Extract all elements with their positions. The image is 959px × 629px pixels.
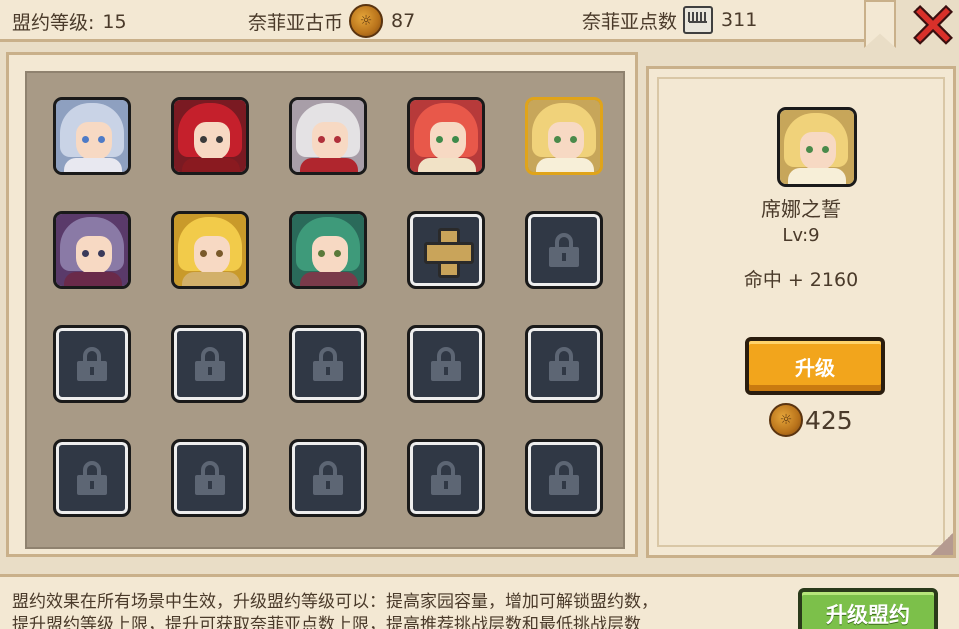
upgrade-button[interactable]: 升级 <box>745 337 885 395</box>
hero-slot[interactable] <box>53 97 131 175</box>
hero-portrait <box>528 100 600 172</box>
hero-slot[interactable] <box>171 97 249 175</box>
lock-icon <box>313 461 343 495</box>
chip-icon <box>683 6 714 34</box>
locked-slot <box>171 439 249 517</box>
locked-slot <box>407 325 485 403</box>
hero-portrait <box>410 100 482 172</box>
locked-slot <box>525 439 603 517</box>
hero-slot[interactable] <box>53 211 131 289</box>
hero-portrait <box>292 100 364 172</box>
lock-icon <box>77 461 107 495</box>
description-line-1: 盟约效果在所有场景中生效，升级盟约等级可以：提高家园容量，增加可解锁盟约数， <box>12 592 658 612</box>
alliance-description: 盟约效果在所有场景中生效，升级盟约等级可以：提高家园容量，增加可解锁盟约数， 提… <box>12 591 782 629</box>
hero-portrait <box>56 214 128 286</box>
hero-slot[interactable] <box>407 97 485 175</box>
coin-icon: ☼ <box>349 4 384 38</box>
hero-stat: 命中 + 2160 <box>743 269 859 291</box>
hero-portrait <box>174 100 246 172</box>
description-line-2: 提升盟约等级上限，提升可获取奈菲亚点数上限，提高推荐挑战层数和最低挑战层数 <box>12 615 641 629</box>
top-bar: 盟约等级: 15 奈菲亚古币 ☼ 87 奈菲亚点数 311 <box>0 0 868 42</box>
hero-level: Lv:9 <box>782 225 820 246</box>
lock-icon <box>431 347 461 381</box>
lock-icon <box>195 461 225 495</box>
points-label: 奈菲亚点数 <box>582 10 678 33</box>
alliance-grid-panel <box>6 52 638 557</box>
hero-slot[interactable] <box>289 211 367 289</box>
locked-slot <box>53 325 131 403</box>
bottom-bar: 盟约效果在所有场景中生效，升级盟约等级可以：提高家园容量，增加可解锁盟约数， 提… <box>0 574 959 629</box>
lock-icon <box>77 347 107 381</box>
coin-icon: ☼ <box>769 403 803 437</box>
alliance-level-label: 盟约等级: <box>12 12 95 34</box>
coin-value: 87 <box>391 10 416 32</box>
locked-slot <box>53 439 131 517</box>
locked-slot <box>525 211 603 289</box>
detail-panel: 席娜之誓 Lv:9 命中 + 2160 升级 ☼ 425 <box>646 66 956 558</box>
detail-inner: 席娜之誓 Lv:9 命中 + 2160 升级 ☼ 425 <box>657 77 945 547</box>
lock-icon <box>549 233 579 267</box>
close-button[interactable]: ✕ <box>907 0 959 60</box>
locked-slot <box>171 325 249 403</box>
hero-portrait <box>174 214 246 286</box>
selected-hero-portrait <box>777 107 857 187</box>
page-corner <box>931 533 953 555</box>
lock-icon <box>431 461 461 495</box>
upgrade-cost: ☼ 425 <box>769 403 853 437</box>
locked-slot <box>407 439 485 517</box>
locked-slot <box>525 325 603 403</box>
lock-icon <box>549 461 579 495</box>
hero-portrait <box>56 100 128 172</box>
close-icon: ✕ <box>908 0 958 60</box>
hero-slot[interactable] <box>525 97 603 175</box>
alliance-level: 盟约等级: 15 <box>12 8 127 35</box>
lock-icon <box>549 347 579 381</box>
hero-slot[interactable] <box>289 97 367 175</box>
coin-label: 奈菲亚古币 <box>248 11 344 34</box>
ribbon-flag <box>864 0 896 48</box>
plus-icon <box>424 228 474 278</box>
points-value: 311 <box>721 9 758 31</box>
locked-slot <box>289 325 367 403</box>
add-slot[interactable] <box>407 211 485 289</box>
hero-name: 席娜之誓 <box>761 197 841 221</box>
lock-icon <box>195 347 225 381</box>
coin-currency: 奈菲亚古币 ☼ 87 <box>248 4 415 38</box>
lock-icon <box>313 347 343 381</box>
hero-slot[interactable] <box>171 211 249 289</box>
alliance-grid <box>25 71 625 549</box>
hero-portrait <box>292 214 364 286</box>
locked-slot <box>289 439 367 517</box>
alliance-level-value: 15 <box>102 10 127 33</box>
upgrade-cost-value: 425 <box>805 405 853 435</box>
points-currency: 奈菲亚点数 311 <box>582 6 757 34</box>
upgrade-alliance-button[interactable]: 升级盟约 <box>798 588 938 629</box>
